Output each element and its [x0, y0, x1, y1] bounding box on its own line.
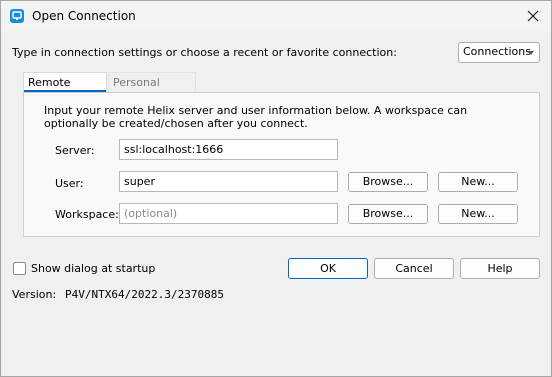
workspace-field[interactable]: [119, 203, 338, 224]
version-label: Version:: [12, 288, 57, 301]
chevron-down-icon: [528, 51, 534, 55]
startup-checkbox-label: Show dialog at startup: [31, 262, 156, 275]
workspace-label: Workspace:: [55, 208, 119, 221]
instruction-text: Type in connection settings or choose a …: [12, 46, 397, 59]
server-field[interactable]: ssl:localhost:1666: [119, 139, 338, 160]
open-connection-dialog: Open Connection Type in connection setti…: [0, 0, 552, 377]
p4v-icon: [10, 9, 24, 23]
server-label: Server:: [55, 144, 95, 157]
ok-button[interactable]: OK: [288, 258, 368, 279]
panel-info-text: Input your remote Helix server and user …: [44, 104, 468, 130]
cancel-button[interactable]: Cancel: [374, 258, 454, 279]
user-field[interactable]: super: [119, 171, 338, 192]
tab-personal-server[interactable]: Personal Server: [108, 72, 196, 109]
title-bar: Open Connection: [1, 1, 551, 31]
workspace-new-button[interactable]: New...: [438, 204, 518, 224]
connections-dropdown[interactable]: Connections: [458, 42, 540, 63]
user-browse-button[interactable]: Browse...: [348, 172, 428, 192]
user-new-button[interactable]: New...: [438, 172, 518, 192]
connections-dropdown-label: Connections: [463, 45, 531, 58]
startup-checkbox[interactable]: [13, 262, 26, 275]
window-title: Open Connection: [32, 9, 136, 23]
version-value: P4V/NTX64/2022.3/2370885: [65, 288, 224, 301]
user-label: User:: [55, 177, 84, 190]
workspace-browse-button[interactable]: Browse...: [348, 204, 428, 224]
close-icon[interactable]: [523, 6, 543, 26]
help-button[interactable]: Help: [460, 258, 540, 279]
tab-remote-server[interactable]: Remote Server: [23, 72, 107, 109]
